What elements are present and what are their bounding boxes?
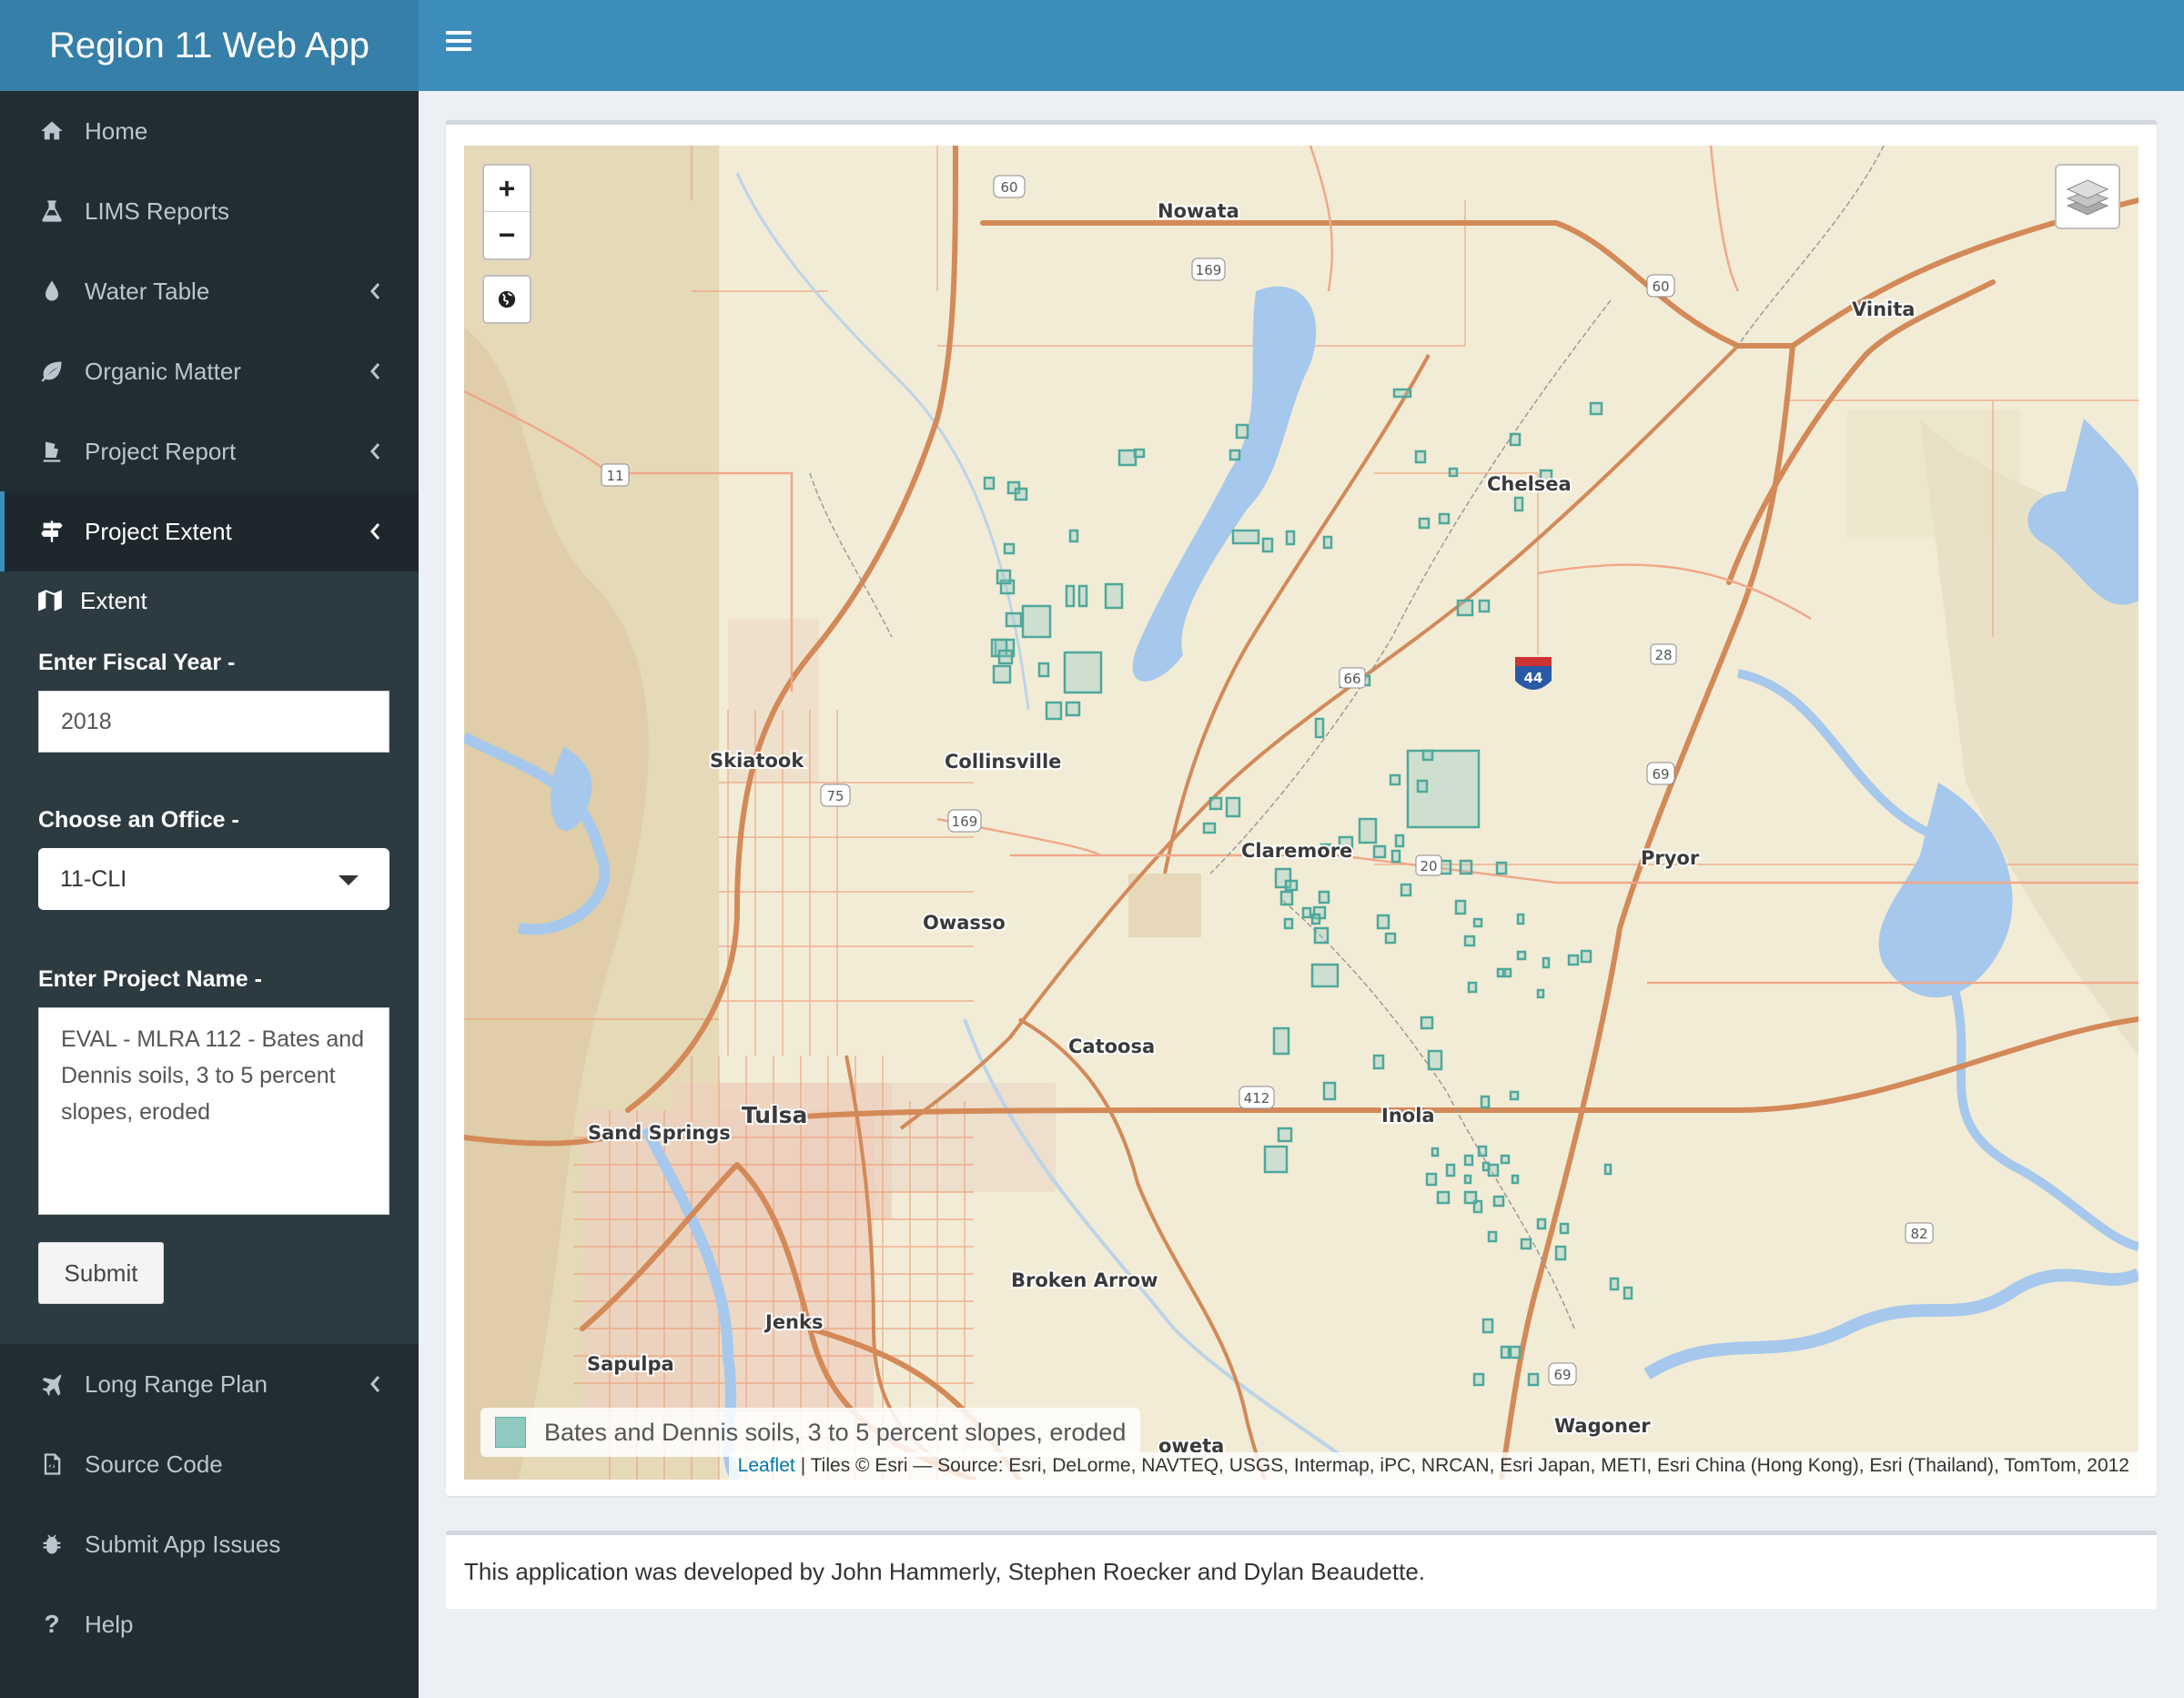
sidebar-item-project-report[interactable]: Project Report: [0, 411, 419, 491]
city-label: Owasso: [923, 912, 1006, 934]
fiscal-year-input[interactable]: 2018: [38, 691, 389, 753]
sidebar-item-organic-matter[interactable]: Organic Matter: [0, 331, 419, 411]
legend-swatch: [495, 1417, 526, 1448]
zoom-control: + −: [482, 164, 531, 260]
chevron-left-icon: [370, 1376, 380, 1392]
sidebar-subitem-label: Extent: [80, 586, 147, 614]
project-name-label: Enter Project Name -: [38, 966, 262, 992]
submit-button[interactable]: Submit: [38, 1242, 164, 1304]
chevron-left-icon: [370, 523, 380, 540]
city-label: Sapulpa: [587, 1353, 674, 1375]
zoom-out-button[interactable]: −: [484, 212, 530, 258]
city-label: Jenks: [763, 1311, 823, 1333]
leaflet-link[interactable]: Leaflet: [738, 1455, 795, 1477]
layers-icon[interactable]: [2055, 164, 2120, 229]
attribution-text: | Tiles © Esri — Source: Esri, DeLorme, …: [800, 1455, 2129, 1476]
sidebar-toggle-icon[interactable]: [446, 31, 471, 56]
city-label: Inola: [1381, 1105, 1435, 1127]
route-shield-label: 60: [1652, 278, 1669, 295]
fiscal-year-label: Enter Fiscal Year -: [38, 650, 236, 675]
sidebar-item-home[interactable]: Home: [0, 91, 419, 171]
sidebar-item-label: Water Table: [85, 277, 210, 305]
leaflet-map[interactable]: 60 169 60 11 66 44 28 69 75 169 20 412 8…: [464, 146, 2138, 1480]
route-shield-label: 82: [1910, 1226, 1927, 1242]
sidebar-item-long-range-plan[interactable]: Long Range Plan: [0, 1344, 419, 1424]
route-shield-label: 60: [1000, 179, 1017, 196]
legend-label: Bates and Dennis soils, 3 to 5 percent s…: [544, 1418, 1127, 1446]
zoom-in-button[interactable]: +: [484, 166, 530, 212]
credits-text: This application was developed by John H…: [464, 1558, 1426, 1585]
city-label: Wagoner: [1554, 1415, 1651, 1437]
sidebar-subitem-extent[interactable]: Extent: [0, 571, 419, 630]
sidebar-item-label: Project Report: [85, 437, 237, 465]
bug-icon: [35, 1531, 68, 1558]
project-extent-submenu: Extent Enter Fiscal Year - 2018 Choose a…: [0, 571, 419, 1344]
map-signs-icon: [35, 518, 68, 545]
sidebar-item-lims-reports[interactable]: LIMS Reports: [0, 171, 419, 251]
file-icon: [35, 438, 68, 465]
app-title[interactable]: Region 11 Web App: [0, 0, 419, 91]
route-shield-label: 20: [1420, 858, 1437, 874]
chevron-left-icon: [370, 443, 380, 460]
credits-box: This application was developed by John H…: [446, 1531, 2157, 1609]
city-label: Pryor: [1641, 847, 1700, 869]
home-icon: [35, 117, 68, 145]
sidebar-item-label: Home: [85, 116, 148, 145]
question-icon: ?: [44, 1610, 60, 1638]
city-label: Catoosa: [1068, 1036, 1155, 1057]
sidebar-item-source-code[interactable]: Source Code: [0, 1424, 419, 1504]
route-shield-label: 11: [606, 468, 623, 484]
office-label: Choose an Office -: [38, 807, 239, 833]
sidebar-item-submit-app-issues[interactable]: Submit App Issues: [0, 1504, 419, 1584]
city-label: Chelsea: [1487, 473, 1572, 495]
city-label: Tulsa: [742, 1102, 807, 1128]
map-attribution: Leaflet | Tiles © Esri — Source: Esri, D…: [728, 1452, 2138, 1480]
map-box: 60 169 60 11 66 44 28 69 75 169 20 412 8…: [446, 120, 2157, 1496]
basemap-tiles: 60 169 60 11 66 44 28 69 75 169 20 412 8…: [464, 146, 2138, 1480]
flask-icon: [35, 197, 68, 225]
route-shield-label: 412: [1244, 1090, 1270, 1107]
sidebar-item-label: Source Code: [85, 1450, 223, 1478]
globe-icon[interactable]: [482, 275, 531, 324]
route-shield-label: 28: [1654, 647, 1672, 663]
sidebar-item-label: Organic Matter: [85, 357, 241, 385]
sidebar-item-label: LIMS Reports: [85, 197, 229, 225]
sidebar: Home LIMS Reports Water Table Organic Ma…: [0, 91, 419, 1698]
city-label: Nowata: [1158, 200, 1239, 222]
office-select[interactable]: 11-CLI: [38, 848, 389, 910]
sidebar-item-help[interactable]: ? Help: [0, 1584, 419, 1664]
caret-down-icon: [339, 875, 359, 885]
office-select-value: 11-CLI: [60, 865, 127, 892]
route-shield-label: 75: [826, 788, 844, 804]
route-shield-label: 44: [1524, 670, 1543, 686]
code-file-icon: [35, 1450, 68, 1478]
city-label: Sand Springs: [588, 1122, 731, 1144]
city-label: Broken Arrow: [1011, 1269, 1158, 1291]
city-label: Vinita: [1852, 298, 1915, 320]
leaf-icon: [35, 358, 68, 385]
project-name-textarea[interactable]: EVAL - MLRA 112 - Bates and Dennis soils…: [38, 1007, 389, 1215]
city-label: Claremore: [1241, 840, 1352, 862]
top-navbar: [419, 0, 2184, 91]
sidebar-item-project-extent[interactable]: Project Extent: [0, 491, 419, 571]
sidebar-item-label: Project Extent: [85, 517, 232, 545]
tint-icon: [35, 278, 68, 305]
chevron-left-icon: [370, 363, 380, 379]
map-legend: Bates and Dennis soils, 3 to 5 percent s…: [480, 1408, 1141, 1457]
route-shield-label: 169: [1196, 262, 1222, 278]
city-label: Collinsville: [945, 751, 1061, 773]
city-label: Skiatook: [710, 750, 804, 772]
route-shield-label: 66: [1343, 671, 1360, 687]
sidebar-item-water-table[interactable]: Water Table: [0, 251, 419, 331]
chevron-left-icon: [370, 283, 380, 299]
sidebar-item-label: Help: [85, 1610, 134, 1638]
map-icon: [38, 590, 62, 611]
route-shield-label: 69: [1553, 1367, 1571, 1383]
route-shield-label: 169: [952, 814, 978, 830]
plane-icon: [35, 1370, 68, 1398]
sidebar-item-label: Long Range Plan: [85, 1370, 268, 1398]
route-shield-label: 69: [1652, 766, 1669, 783]
sidebar-item-label: Submit App Issues: [85, 1530, 281, 1558]
